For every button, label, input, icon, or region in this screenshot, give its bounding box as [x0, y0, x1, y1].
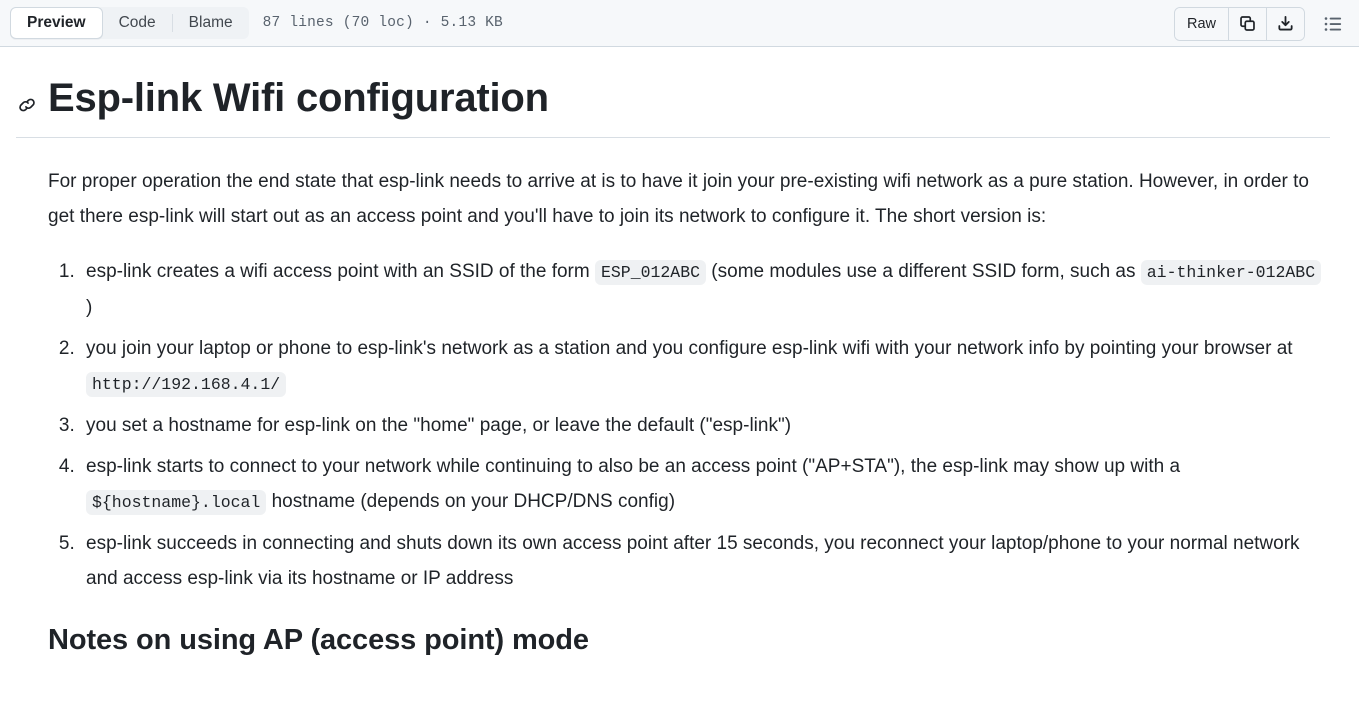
raw-button[interactable]: Raw [1174, 7, 1228, 40]
file-header: Preview Code Blame 87 lines (70 loc) · 5… [0, 0, 1359, 47]
outline-list-icon[interactable] [1317, 8, 1349, 40]
steps-list: esp-link creates a wifi access point wit… [16, 254, 1330, 596]
page-title-text: Esp-link Wifi configuration [48, 76, 549, 120]
inline-code: ai-thinker-012ABC [1140, 260, 1322, 285]
file-meta-text: 87 lines (70 loc) · 5.13 KB [262, 15, 503, 31]
tab-blame[interactable]: Blame [173, 7, 249, 39]
list-item: esp-link creates a wifi access point wit… [80, 254, 1330, 325]
file-content-area: Esp-link Wifi configuration For proper o… [0, 47, 1359, 657]
list-item: esp-link succeeds in connecting and shut… [80, 526, 1330, 596]
tab-code[interactable]: Code [103, 7, 172, 39]
list-item: you set a hostname for esp-link on the "… [80, 408, 1330, 443]
copy-icon[interactable] [1228, 7, 1266, 40]
page-title: Esp-link Wifi configuration [16, 73, 1330, 138]
file-action-button-group: Raw [1173, 6, 1305, 41]
header-actions: Raw [1173, 0, 1349, 47]
inline-code: ${hostname}.local [86, 490, 267, 515]
inline-code: http://192.168.4.1/ [86, 372, 287, 397]
markdown-body: Esp-link Wifi configuration For proper o… [16, 47, 1330, 657]
intro-paragraph: For proper operation the end state that … [48, 171, 1309, 227]
tab-preview[interactable]: Preview [10, 7, 103, 39]
inline-code: ESP_012ABC [595, 260, 707, 285]
download-icon[interactable] [1266, 7, 1304, 40]
list-item: esp-link starts to connect to your netwo… [80, 449, 1330, 520]
view-mode-segmented-control[interactable]: Preview Code Blame [10, 7, 249, 39]
link-icon[interactable] [16, 94, 38, 116]
list-item: you join your laptop or phone to esp-lin… [80, 331, 1330, 402]
section-heading: Notes on using AP (access point) mode [48, 624, 589, 656]
